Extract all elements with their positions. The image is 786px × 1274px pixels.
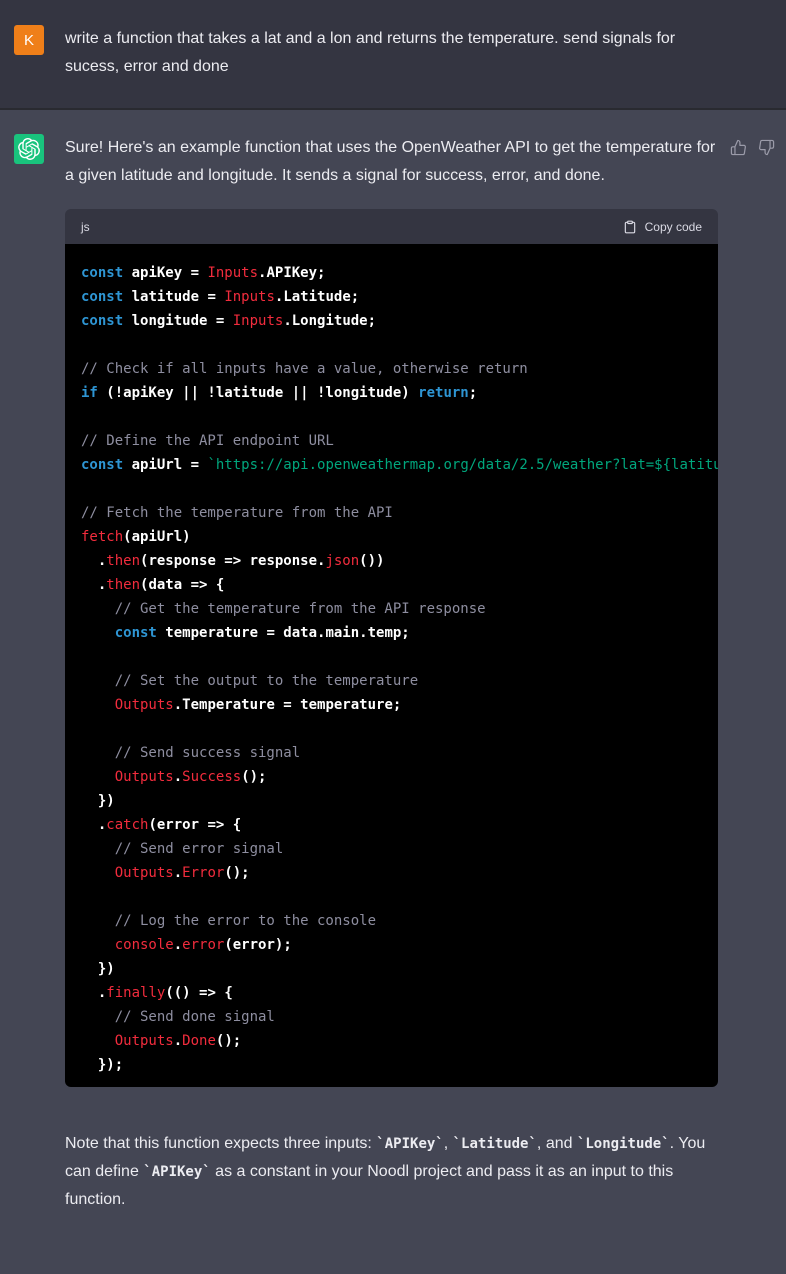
assistant-message-row: Sure! Here's an example function that us… [0,110,786,1274]
thumbs-up-icon[interactable] [730,139,747,156]
clipboard-icon [623,220,637,234]
assistant-note-text: Note that this function expects three in… [65,1130,718,1214]
openai-logo-icon [18,138,40,160]
code-line [81,405,702,429]
chatgpt-avatar [14,134,44,164]
code-line: Outputs.Success(); [81,765,702,789]
inline-code: `APIKey` [376,1136,443,1152]
assistant-intro-text: Sure! Here's an example function that us… [65,134,718,190]
user-avatar-letter: K [24,32,34,49]
code-line: if (!apiKey || !latitude || !longitude) … [81,381,702,405]
inline-code: `Latitude` [453,1136,537,1152]
code-line: // Send error signal [81,837,702,861]
code-line: }); [81,1053,702,1077]
thumbs-down-icon[interactable] [758,139,775,156]
inline-code: `Longitude` [577,1136,670,1152]
code-line: console.error(error); [81,933,702,957]
code-line: Outputs.Done(); [81,1029,702,1053]
code-line: Outputs.Error(); [81,861,702,885]
code-line: // Set the output to the temperature [81,669,702,693]
code-line [81,477,702,501]
user-message-text: write a function that takes a lat and a … [65,25,721,81]
code-line [81,717,702,741]
inline-code: `APIKey` [143,1164,210,1180]
code-line: // Define the API endpoint URL [81,429,702,453]
code-line: fetch(apiUrl) [81,525,702,549]
code-line: // Get the temperature from the API resp… [81,597,702,621]
code-line: Outputs.Temperature = temperature; [81,693,702,717]
code-line: .then(response => response.json()) [81,549,702,573]
code-line: .finally(() => { [81,981,702,1005]
code-line: // Send done signal [81,1005,702,1029]
code-line: // Log the error to the console [81,909,702,933]
code-line: const longitude = Inputs.Longitude; [81,309,702,333]
code-line: const latitude = Inputs.Latitude; [81,285,702,309]
code-line: .catch(error => { [81,813,702,837]
code-line: // Fetch the temperature from the API [81,501,702,525]
code-line [81,333,702,357]
copy-code-button[interactable]: Copy code [623,220,702,234]
assistant-message-content: Sure! Here's an example function that us… [65,134,718,1214]
message-actions [730,139,775,156]
code-line [81,885,702,909]
code-content[interactable]: const apiKey = Inputs.APIKey;const latit… [65,244,718,1087]
copy-code-label: Copy code [645,220,702,234]
code-block-header: js Copy code [65,209,718,244]
code-line: .then(data => { [81,573,702,597]
code-block: js Copy code const apiKey = Inputs.APIKe… [65,209,718,1087]
code-line: const apiKey = Inputs.APIKey; [81,261,702,285]
user-message-row: K write a function that takes a lat and … [0,0,786,110]
code-line: }) [81,789,702,813]
code-language-label: js [81,213,90,241]
code-line: }) [81,957,702,981]
code-line [81,645,702,669]
code-line: // Send success signal [81,741,702,765]
code-line: const apiUrl = `https://api.openweatherm… [81,453,702,477]
user-avatar: K [14,25,44,55]
code-line: // Check if all inputs have a value, oth… [81,357,702,381]
code-line: const temperature = data.main.temp; [81,621,702,645]
